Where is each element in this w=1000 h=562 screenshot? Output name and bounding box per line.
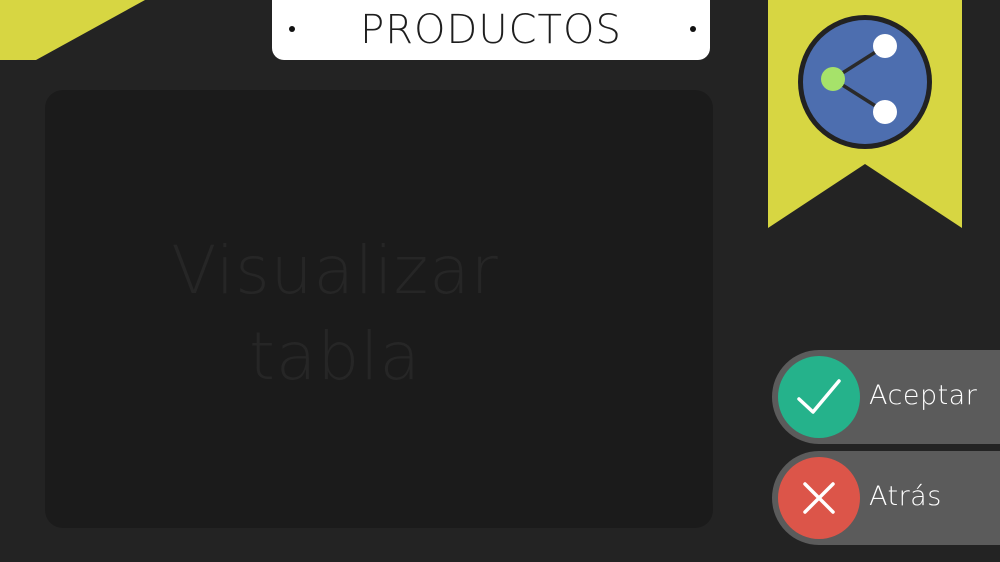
back-label: Atrás bbox=[869, 481, 942, 512]
share-button[interactable] bbox=[795, 12, 935, 152]
title-dot-right bbox=[690, 26, 696, 32]
table-panel[interactable]: Visualizar tabla bbox=[45, 90, 713, 528]
title-banner: PRODUCTOS bbox=[272, 0, 710, 60]
accept-icon-circle bbox=[778, 356, 860, 438]
accept-button[interactable]: Aceptar bbox=[772, 350, 1000, 444]
close-icon bbox=[803, 482, 835, 514]
checkmark-icon bbox=[797, 379, 841, 414]
share-icon bbox=[798, 15, 932, 149]
back-button[interactable]: Atrás bbox=[772, 451, 1000, 545]
back-icon-circle bbox=[778, 457, 860, 539]
corner-decoration bbox=[0, 0, 145, 60]
table-placeholder-text: Visualizar tabla bbox=[171, 232, 499, 395]
page-title: PRODUCTOS bbox=[360, 7, 622, 53]
accept-label: Aceptar bbox=[869, 380, 978, 411]
